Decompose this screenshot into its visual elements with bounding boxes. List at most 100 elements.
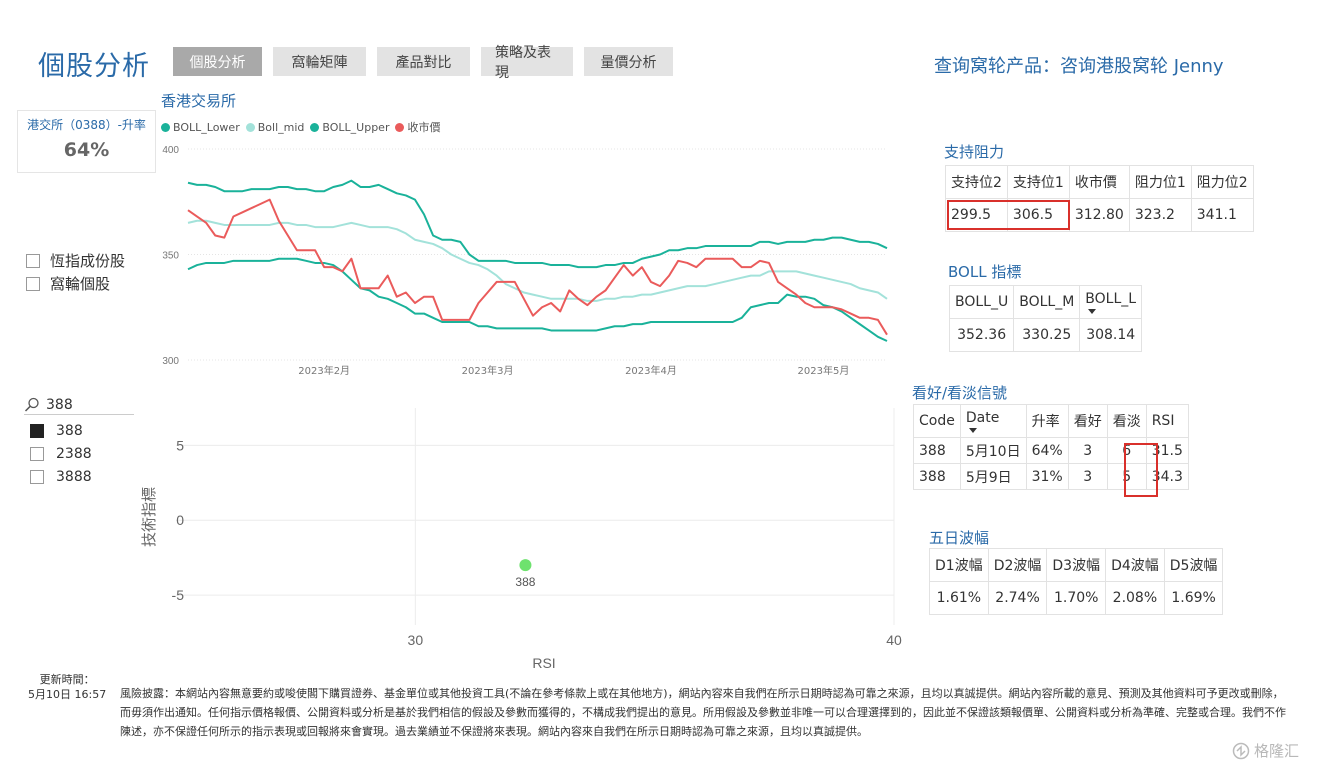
sort-down-icon <box>1088 308 1097 314</box>
boll-m-value: 330.25 <box>1013 318 1081 352</box>
table-cell: 2.08% <box>1105 581 1165 615</box>
support-2-value: 299.5 <box>945 198 1008 232</box>
header-cell: D4波幅 <box>1105 548 1165 582</box>
filter-warrant-stocks[interactable]: 窩輪個股 <box>26 272 125 295</box>
checkbox[interactable] <box>26 276 40 291</box>
volatility-table: D1波幅 D2波幅 D3波幅 D4波幅 D5波幅 1.61% 2.74% 1.7… <box>929 548 1224 615</box>
table-cell: 5月10日 <box>959 437 1027 464</box>
filter-list: 恆指成份股 窩輪個股 <box>26 249 125 295</box>
slicer-search[interactable]: 388 <box>24 395 134 415</box>
legend-item-boll-lower[interactable]: BOLL_Lower <box>161 119 240 135</box>
tab-product-compare[interactable]: 產品對比 <box>377 47 470 76</box>
legend-dot <box>310 122 320 132</box>
table-cell: 1.69% <box>1163 581 1224 615</box>
header-cell[interactable]: BOLL_M <box>1013 285 1081 319</box>
slicer-item-3888[interactable]: 3888 <box>30 465 134 488</box>
filter-hsi-constituents[interactable]: 恆指成份股 <box>26 249 125 272</box>
boll-line-chart[interactable]: 400 350 300 2023年2月 2023年3月 2023年4月 2023年5月 <box>150 140 895 380</box>
checkbox[interactable] <box>26 253 40 268</box>
header-cell: 支持位2 <box>945 165 1008 199</box>
header-cell[interactable]: BOLL_U <box>948 285 1015 319</box>
point-label: 388 <box>515 575 535 589</box>
header-cell-sorted[interactable]: Date <box>959 404 1027 438</box>
legend-item-boll-mid[interactable]: Boll_mid <box>245 119 305 135</box>
table-cell: 2.74% <box>987 581 1048 615</box>
series-close-price[interactable] <box>187 198 888 336</box>
rsi-scatter-chart[interactable]: 5 0 -5 30 40 RSI 技術指標 388 <box>130 400 910 675</box>
legend-item-close[interactable]: 收市價 <box>395 119 440 135</box>
boll-u-value: 352.36 <box>948 318 1015 352</box>
y-tick-label: 400 <box>162 145 179 156</box>
table-cell: 31% <box>1025 463 1069 490</box>
watermark: 格隆汇 <box>1232 740 1299 761</box>
boll-index-title: BOLL 指標 <box>948 263 1022 281</box>
header-cell[interactable]: 升率 <box>1025 404 1069 438</box>
close-price-value: 312.80 <box>1068 198 1130 232</box>
table-cell: 34.3 <box>1145 463 1189 490</box>
x-tick-label: 2023年2月 <box>298 364 350 377</box>
header-cell[interactable]: RSI <box>1145 404 1189 438</box>
updated-label: 更新時間： <box>39 673 95 686</box>
header-cell[interactable]: Code <box>913 404 961 438</box>
y-tick-label: 350 <box>162 251 179 262</box>
table-cell: 64% <box>1025 437 1069 464</box>
x-tick-label: 2023年4月 <box>625 364 677 377</box>
checkbox[interactable] <box>30 469 44 484</box>
boll-chart-title: 香港交易所 <box>161 92 237 110</box>
search-input[interactable]: 388 <box>46 397 73 413</box>
tab-strategy-performance[interactable]: 策略及表現 <box>481 45 573 81</box>
x-axis-label: RSI <box>532 655 555 671</box>
slicer-item-label: 3888 <box>56 468 92 485</box>
scatter-point[interactable] <box>519 559 532 572</box>
tab-volume-price[interactable]: 量價分析 <box>584 47 673 76</box>
table-cell: 5月9日 <box>959 463 1027 490</box>
header-cell-sorted[interactable]: BOLL_L <box>1079 285 1143 319</box>
table-cell: 3 <box>1067 437 1108 464</box>
signals-title: 看好/看淡信號 <box>912 384 1008 402</box>
filter-label: 恆指成份股 <box>50 252 126 270</box>
table-cell: 388 <box>913 437 961 464</box>
signals-table: Code Date 升率 看好 看淡 RSI 388 5月10日 64% 3 6… <box>913 404 1189 490</box>
tab-stock-analysis[interactable]: 個股分析 <box>173 47 262 76</box>
kpi-value: 64% <box>63 139 110 161</box>
slicer-item-388[interactable]: 388 <box>30 419 134 442</box>
legend-item-boll-upper[interactable]: BOLL_Upper <box>310 119 389 135</box>
legend-label: BOLL_Lower <box>173 120 240 134</box>
x-tick-label: 40 <box>886 632 902 648</box>
table-cell: 388 <box>913 463 961 490</box>
y-tick-label: -5 <box>172 587 185 603</box>
slicer-item-label: 388 <box>56 422 83 439</box>
header-cell[interactable]: 看淡 <box>1106 404 1147 438</box>
header-cell: D2波幅 <box>987 548 1048 582</box>
sort-down-icon <box>968 427 977 433</box>
support-1-value: 306.5 <box>1006 198 1070 232</box>
header-cell[interactable]: 看好 <box>1067 404 1108 438</box>
table-cell: 31.5 <box>1145 437 1189 464</box>
page-title: 個股分析 <box>38 51 150 82</box>
checkbox-checked[interactable] <box>30 423 44 438</box>
y-tick-label: 0 <box>176 512 184 528</box>
legend-dot <box>245 122 255 132</box>
chart-legend: BOLL_Lower Boll_mid BOLL_Upper 收市價 <box>161 119 442 135</box>
support-resistance-title: 支持阻力 <box>944 143 1005 161</box>
checkbox[interactable] <box>30 446 44 461</box>
table-cell: 6 <box>1106 437 1147 464</box>
header-cell: 收市價 <box>1068 165 1130 199</box>
tab-warrant-matrix[interactable]: 窩輪矩陣 <box>273 47 366 76</box>
header-cell: D1波幅 <box>929 548 989 582</box>
series-boll-mid[interactable] <box>187 219 888 302</box>
slicer-item-2388[interactable]: 2388 <box>30 442 134 465</box>
volatility-title: 五日波幅 <box>929 529 990 547</box>
table-row: 388 5月10日 64% 3 6 31.5 <box>913 437 1189 464</box>
header-cell: 阻力位2 <box>1190 165 1254 199</box>
last-updated: 更新時間： 5月10日 16:57 <box>28 672 106 702</box>
table-cell: 5 <box>1106 463 1147 490</box>
legend-label: 收市價 <box>407 121 441 134</box>
header-cell: 支持位1 <box>1006 165 1070 199</box>
table-row: 388 5月9日 31% 3 5 34.3 <box>913 463 1189 490</box>
y-tick-label: 300 <box>162 356 179 367</box>
legend-label: Boll_mid <box>257 120 305 134</box>
y-axis-label: 技術指標 <box>140 487 158 547</box>
inquiry-link[interactable]: 查询窝轮产品：咨询港股窝轮 Jenny <box>934 52 1224 78</box>
kpi-label: 港交所（0388）-升率 <box>27 118 146 132</box>
